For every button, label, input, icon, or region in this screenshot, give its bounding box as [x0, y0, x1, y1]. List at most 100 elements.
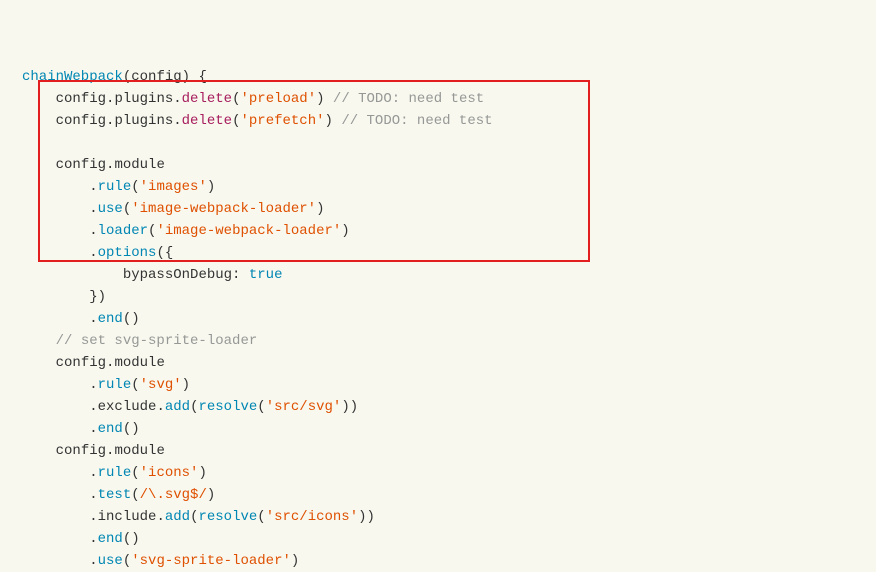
code-lines: chainWebpack(config) { config.plugins.de…	[0, 66, 876, 572]
code-line: .use('image-webpack-loader')	[0, 198, 876, 220]
token: 'image-webpack-loader'	[156, 223, 341, 239]
token: :	[232, 267, 249, 283]
token: })	[89, 289, 106, 305]
token: .	[89, 179, 97, 195]
token: .	[173, 91, 181, 107]
code-line: .end()	[0, 528, 876, 550]
token: 'preload'	[240, 91, 316, 107]
code-line: config.module	[0, 352, 876, 374]
token: // TODO: need test	[341, 113, 492, 129]
token: .	[89, 421, 97, 437]
code-line: .exclude.add(resolve('src/svg'))	[0, 396, 876, 418]
token: 'icons'	[140, 465, 199, 481]
token: 'svg-sprite-loader'	[131, 553, 291, 569]
token: exclude	[98, 399, 157, 415]
token: )	[316, 201, 324, 217]
token: rule	[98, 377, 132, 393]
code-line: .end()	[0, 418, 876, 440]
code-line: .end()	[0, 308, 876, 330]
token: plugins	[114, 91, 173, 107]
token: .	[89, 531, 97, 547]
token: ()	[123, 531, 140, 547]
code-line: config.module	[0, 440, 876, 462]
token: (	[123, 201, 131, 217]
token: // TODO: need test	[333, 91, 484, 107]
token: (	[257, 509, 265, 525]
code-line: .loader('image-webpack-loader')	[0, 220, 876, 242]
code-line: .options({	[0, 242, 876, 264]
token: 'svg'	[140, 377, 182, 393]
code-editor: chainWebpack(config) { config.plugins.de…	[0, 0, 876, 572]
token: .	[89, 465, 97, 481]
token: delete	[182, 91, 232, 107]
token: module	[114, 443, 164, 459]
token: plugins	[114, 113, 173, 129]
token: module	[114, 157, 164, 173]
token: end	[98, 311, 123, 327]
code-line	[0, 132, 876, 154]
token: delete	[182, 113, 232, 129]
code-line: .rule('svg')	[0, 374, 876, 396]
token: )	[207, 487, 215, 503]
token: .	[156, 399, 164, 415]
token: (	[131, 377, 139, 393]
token: module	[114, 355, 164, 371]
token: options	[98, 245, 157, 261]
token: resolve	[198, 399, 257, 415]
token: add	[165, 399, 190, 415]
token: bypassOnDebug	[123, 267, 232, 283]
token: 'prefetch'	[240, 113, 324, 129]
token: ) {	[182, 69, 207, 85]
code-line: config.module	[0, 154, 876, 176]
token: true	[249, 267, 283, 283]
token: .	[89, 245, 97, 261]
token: end	[98, 531, 123, 547]
token: )	[182, 377, 190, 393]
token: rule	[98, 179, 132, 195]
token: (	[131, 487, 139, 503]
token: config	[56, 157, 106, 173]
token: end	[98, 421, 123, 437]
token: use	[98, 553, 123, 569]
token: ({	[156, 245, 173, 261]
token: 'image-webpack-loader'	[131, 201, 316, 217]
token: config	[131, 69, 181, 85]
token: chainWebpack	[22, 69, 123, 85]
token: )	[291, 553, 299, 569]
token: add	[165, 509, 190, 525]
code-line: .rule('images')	[0, 176, 876, 198]
token: (	[257, 399, 265, 415]
token: (	[123, 69, 131, 85]
token: .	[89, 201, 97, 217]
token: ()	[123, 311, 140, 327]
token: rule	[98, 465, 132, 481]
token: // set svg-sprite-loader	[56, 333, 258, 349]
token: (	[131, 179, 139, 195]
code-line: bypassOnDebug: true	[0, 264, 876, 286]
token: (	[131, 465, 139, 481]
token: )	[207, 179, 215, 195]
token: )	[325, 113, 342, 129]
token: .	[89, 311, 97, 327]
token: .	[89, 223, 97, 239]
token: 'src/svg'	[266, 399, 342, 415]
token: )	[341, 223, 349, 239]
token: .	[89, 399, 97, 415]
code-line: chainWebpack(config) {	[0, 66, 876, 88]
token: config	[56, 355, 106, 371]
token: .	[173, 113, 181, 129]
token: /\.svg$/	[140, 487, 207, 503]
code-line: .use('svg-sprite-loader')	[0, 550, 876, 572]
code-line: .include.add(resolve('src/icons'))	[0, 506, 876, 528]
token: )	[316, 91, 333, 107]
token: ))	[358, 509, 375, 525]
token: (	[123, 553, 131, 569]
token: .	[89, 553, 97, 569]
token: .	[89, 377, 97, 393]
code-line: // set svg-sprite-loader	[0, 330, 876, 352]
token: .	[156, 509, 164, 525]
token: ()	[123, 421, 140, 437]
token: )	[198, 465, 206, 481]
token: resolve	[198, 509, 257, 525]
code-line: .test(/\.svg$/)	[0, 484, 876, 506]
